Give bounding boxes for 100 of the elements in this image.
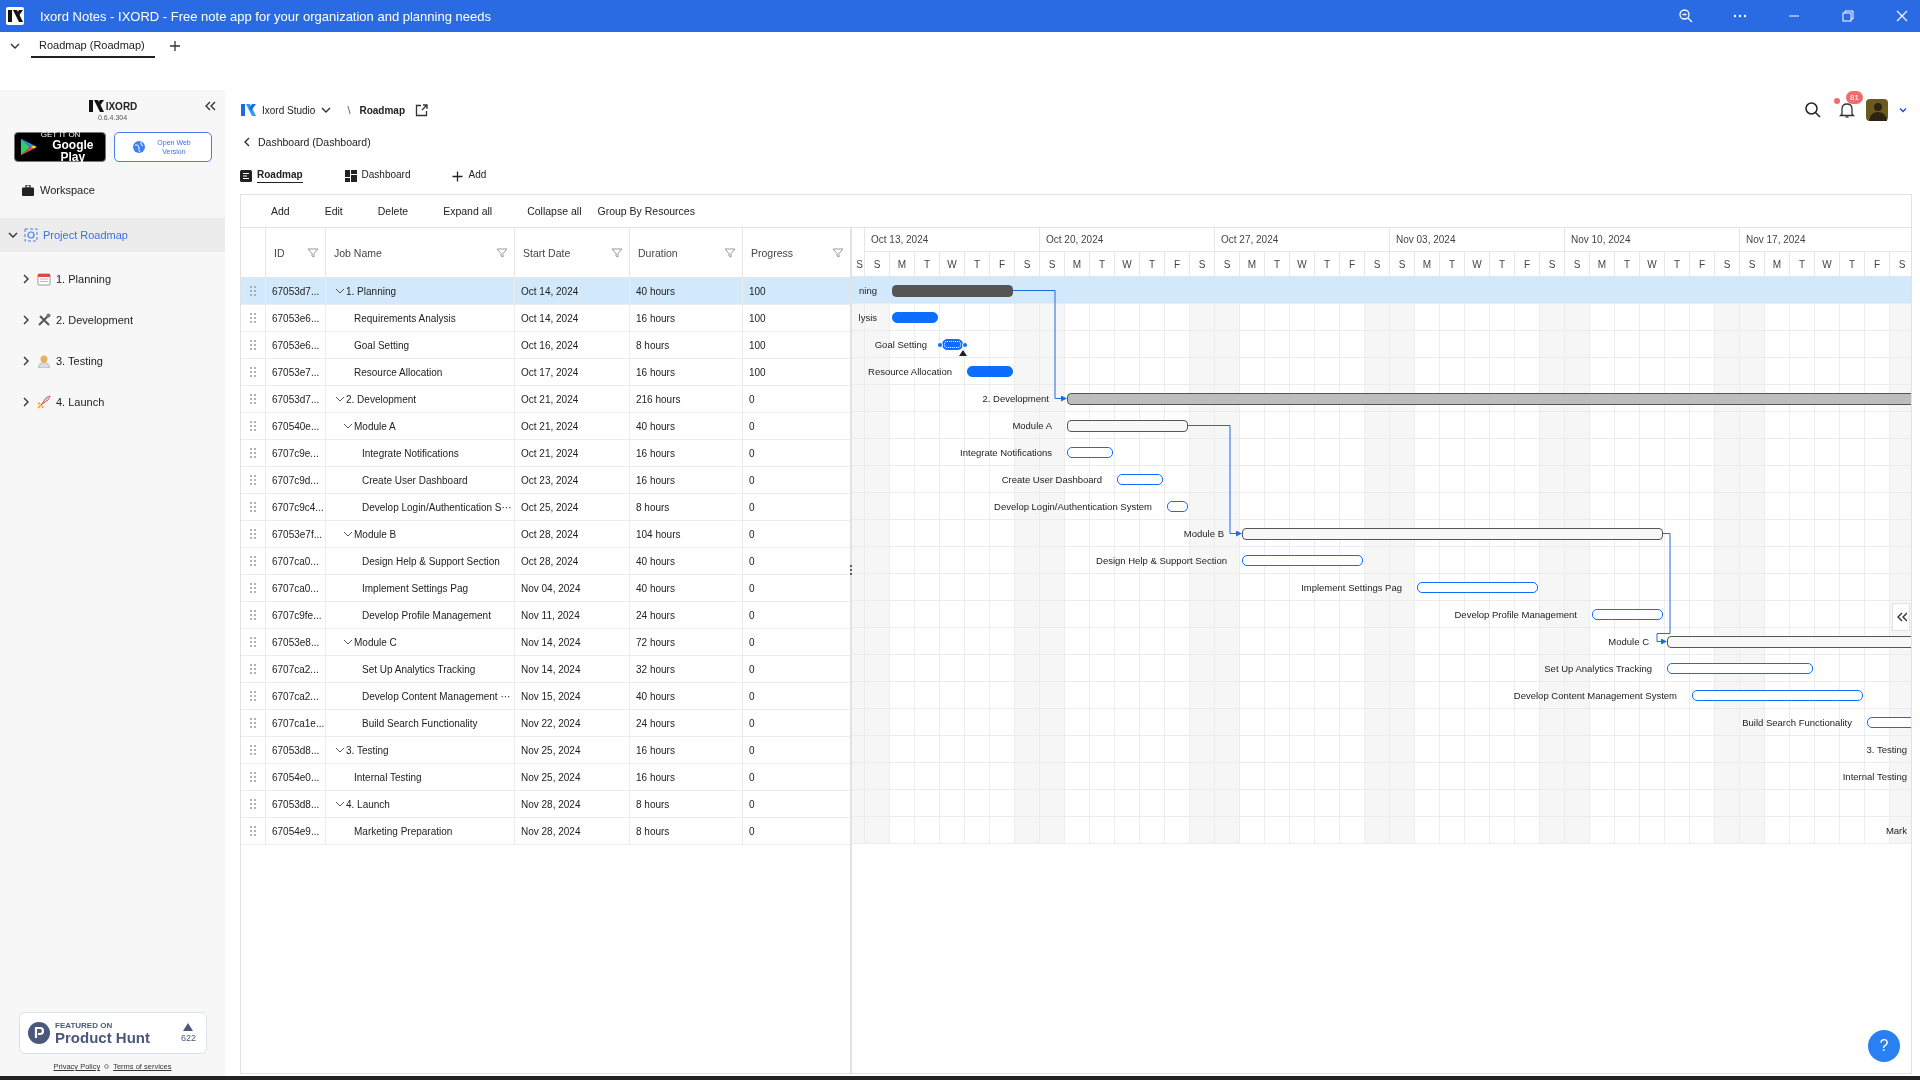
table-row[interactable]: 6707c9c4... Develop Login/Authentication S··· Oct 25, 2024 8 hours 0 xyxy=(241,494,850,521)
drag-handle-icon[interactable] xyxy=(249,636,257,648)
drag-handle-icon[interactable] xyxy=(249,798,257,810)
toolbar-button[interactable]: Collapse all xyxy=(527,199,582,223)
table-row[interactable]: 67053d7... 2. Development Oct 21, 2024 216 hours 0 xyxy=(241,386,850,413)
drag-handle-icon[interactable] xyxy=(249,663,257,675)
drag-handle-icon[interactable] xyxy=(249,744,257,756)
task-bar[interactable] xyxy=(1242,554,1363,566)
tree-item[interactable]: 2. Development xyxy=(0,299,225,340)
task-bar[interactable] xyxy=(1692,689,1863,701)
task-bar[interactable] xyxy=(892,311,938,323)
collapse-icon[interactable] xyxy=(203,100,217,112)
table-row[interactable]: 6707c9fe... Develop Profile Management Nov 11, 2024 24 hours 0 xyxy=(241,602,850,629)
restore-icon[interactable] xyxy=(1840,8,1856,24)
product-hunt-badge[interactable]: FEATURED ON Product Hunt 622 xyxy=(19,1012,207,1054)
filter-icon[interactable] xyxy=(724,246,736,259)
task-bar[interactable] xyxy=(942,338,963,350)
drag-handle-icon[interactable] xyxy=(249,555,257,567)
column-header[interactable]: Progress xyxy=(751,246,793,259)
resize-handle[interactable] xyxy=(937,341,943,348)
table-row[interactable]: 67053e6... Goal Setting Oct 16, 2024 8 hours 100 xyxy=(241,332,850,359)
toolbar-button[interactable]: Delete xyxy=(377,199,409,223)
table-row[interactable]: 6707ca2... Develop Content Management ··· Nov 15, 2024 40 hours 0 xyxy=(241,683,850,710)
back-link[interactable]: Dashboard (Dashboard) xyxy=(258,136,371,148)
task-bar[interactable] xyxy=(1117,473,1163,485)
drag-handle-icon[interactable] xyxy=(249,474,257,486)
workspace-name[interactable]: Ixord Studio xyxy=(262,104,316,116)
tree-item[interactable]: 4. Launch xyxy=(0,381,225,422)
help-button[interactable]: ? xyxy=(1868,1030,1900,1062)
table-row[interactable]: 6707ca1e... Build Search Functionality Nov 22, 2024 24 hours 0 xyxy=(241,710,850,737)
drag-handle-icon[interactable] xyxy=(249,501,257,513)
column-header[interactable]: Job Name xyxy=(334,246,382,259)
zoom-icon[interactable] xyxy=(1678,8,1694,24)
upvote-icon[interactable] xyxy=(183,1023,194,1031)
table-row[interactable]: 6707ca2... Set Up Analytics Tracking Nov 14, 2024 32 hours 0 xyxy=(241,656,850,683)
task-bar[interactable] xyxy=(967,365,1013,377)
open-external-icon[interactable] xyxy=(415,103,428,117)
task-bar[interactable] xyxy=(1067,446,1113,458)
plus-icon[interactable] xyxy=(168,40,181,52)
table-row[interactable]: 67053d8... 4. Launch Nov 28, 2024 8 hours 0 xyxy=(241,791,850,818)
resize-handle[interactable] xyxy=(962,341,968,348)
view-tab[interactable]: Dashboard xyxy=(344,165,411,187)
column-header[interactable]: Duration xyxy=(638,246,678,259)
column-header[interactable]: Start Date xyxy=(523,246,571,259)
drag-handle-icon[interactable] xyxy=(249,393,257,405)
tree-item[interactable]: Project Roadmap xyxy=(0,218,225,252)
table-row[interactable]: 67053e6... Requirements Analysis Oct 14, 2024 16 hours 100 xyxy=(241,305,850,332)
table-row[interactable]: 67053d8... 3. Testing Nov 25, 2024 16 hours 0 xyxy=(241,737,850,764)
bell-icon[interactable] xyxy=(1838,101,1856,119)
drag-handle-icon[interactable] xyxy=(249,771,257,783)
drag-handle-icon[interactable] xyxy=(249,312,257,324)
table-row[interactable]: 67054e0... Internal Testing Nov 25, 2024 16 hours 0 xyxy=(241,764,850,791)
table-row[interactable]: 67053e8... Module C Nov 14, 2024 72 hours 0 xyxy=(241,629,850,656)
document-tab[interactable]: Roadmap (Roadmap) xyxy=(31,34,155,58)
filter-icon[interactable] xyxy=(307,246,319,259)
search-icon[interactable] xyxy=(1804,101,1822,119)
drag-handle-icon[interactable] xyxy=(249,366,257,378)
toolbar-button[interactable]: Add xyxy=(271,199,290,223)
drag-handle-icon[interactable] xyxy=(249,690,257,702)
task-bar[interactable] xyxy=(1167,500,1188,512)
table-row[interactable]: 6707c9d... Create User Dashboard Oct 23, 2024 16 hours 0 xyxy=(241,467,850,494)
toolbar-button[interactable]: Group By Resources xyxy=(597,199,695,223)
progress-handle-icon[interactable] xyxy=(959,349,967,356)
drag-handle-icon[interactable] xyxy=(249,285,257,297)
workspace-label[interactable]: Workspace xyxy=(40,184,95,196)
drag-handle-icon[interactable] xyxy=(249,609,257,621)
table-row[interactable]: 6707c9e... Integrate Notifications Oct 21, 2024 16 hours 0 xyxy=(241,440,850,467)
table-row[interactable]: 67053e7... Resource Allocation Oct 17, 2024 16 hours 100 xyxy=(241,359,850,386)
tree-item[interactable]: 3. Testing xyxy=(0,340,225,381)
avatar-icon[interactable] xyxy=(1866,99,1888,121)
view-tab[interactable]: Roadmap xyxy=(240,165,303,187)
close-icon[interactable] xyxy=(1894,8,1910,24)
toolbar-button[interactable]: Edit xyxy=(324,199,343,223)
table-row[interactable]: 670540e... Module A Oct 21, 2024 40 hours 0 xyxy=(241,413,850,440)
drag-handle-icon[interactable] xyxy=(249,339,257,351)
filter-icon[interactable] xyxy=(496,246,508,259)
add-tab-button[interactable]: Add xyxy=(452,165,487,187)
expand-panel-button[interactable] xyxy=(1892,603,1910,631)
back-icon[interactable] xyxy=(243,137,251,147)
summary-bar[interactable] xyxy=(1067,419,1188,432)
table-row[interactable]: 67053e7f... Module B Oct 28, 2024 104 hours 0 xyxy=(241,521,850,548)
table-row[interactable]: 67054e9... Marketing Preparation Nov 28, 2024 8 hours 0 xyxy=(241,818,850,845)
drag-handle-icon[interactable] xyxy=(249,825,257,837)
table-row[interactable]: 6707ca0... Design Help & Support Section Oct 28, 2024 40 hours 0 xyxy=(241,548,850,575)
table-row[interactable]: 67053d7... 1. Planning Oct 14, 2024 40 hours 100 xyxy=(241,278,850,305)
column-header[interactable]: ID xyxy=(274,246,285,259)
drag-handle-icon[interactable] xyxy=(249,582,257,594)
summary-bar[interactable] xyxy=(1667,635,1911,648)
filter-icon[interactable] xyxy=(611,246,623,259)
chevron-icon[interactable] xyxy=(1898,105,1908,115)
table-row[interactable]: 6707ca0... Implement Settings Pag Nov 04, 2024 40 hours 0 xyxy=(241,575,850,602)
task-bar[interactable] xyxy=(1592,608,1663,620)
tree-item[interactable]: 1. Planning xyxy=(0,258,225,299)
summary-bar[interactable] xyxy=(1242,527,1663,540)
filter-icon[interactable] xyxy=(832,246,844,259)
toolbar-button[interactable]: Expand all xyxy=(443,199,493,223)
task-bar[interactable] xyxy=(1417,581,1538,593)
splitter-handle-icon[interactable] xyxy=(849,564,853,576)
task-bar[interactable] xyxy=(1667,662,1813,674)
drag-handle-icon[interactable] xyxy=(249,717,257,729)
